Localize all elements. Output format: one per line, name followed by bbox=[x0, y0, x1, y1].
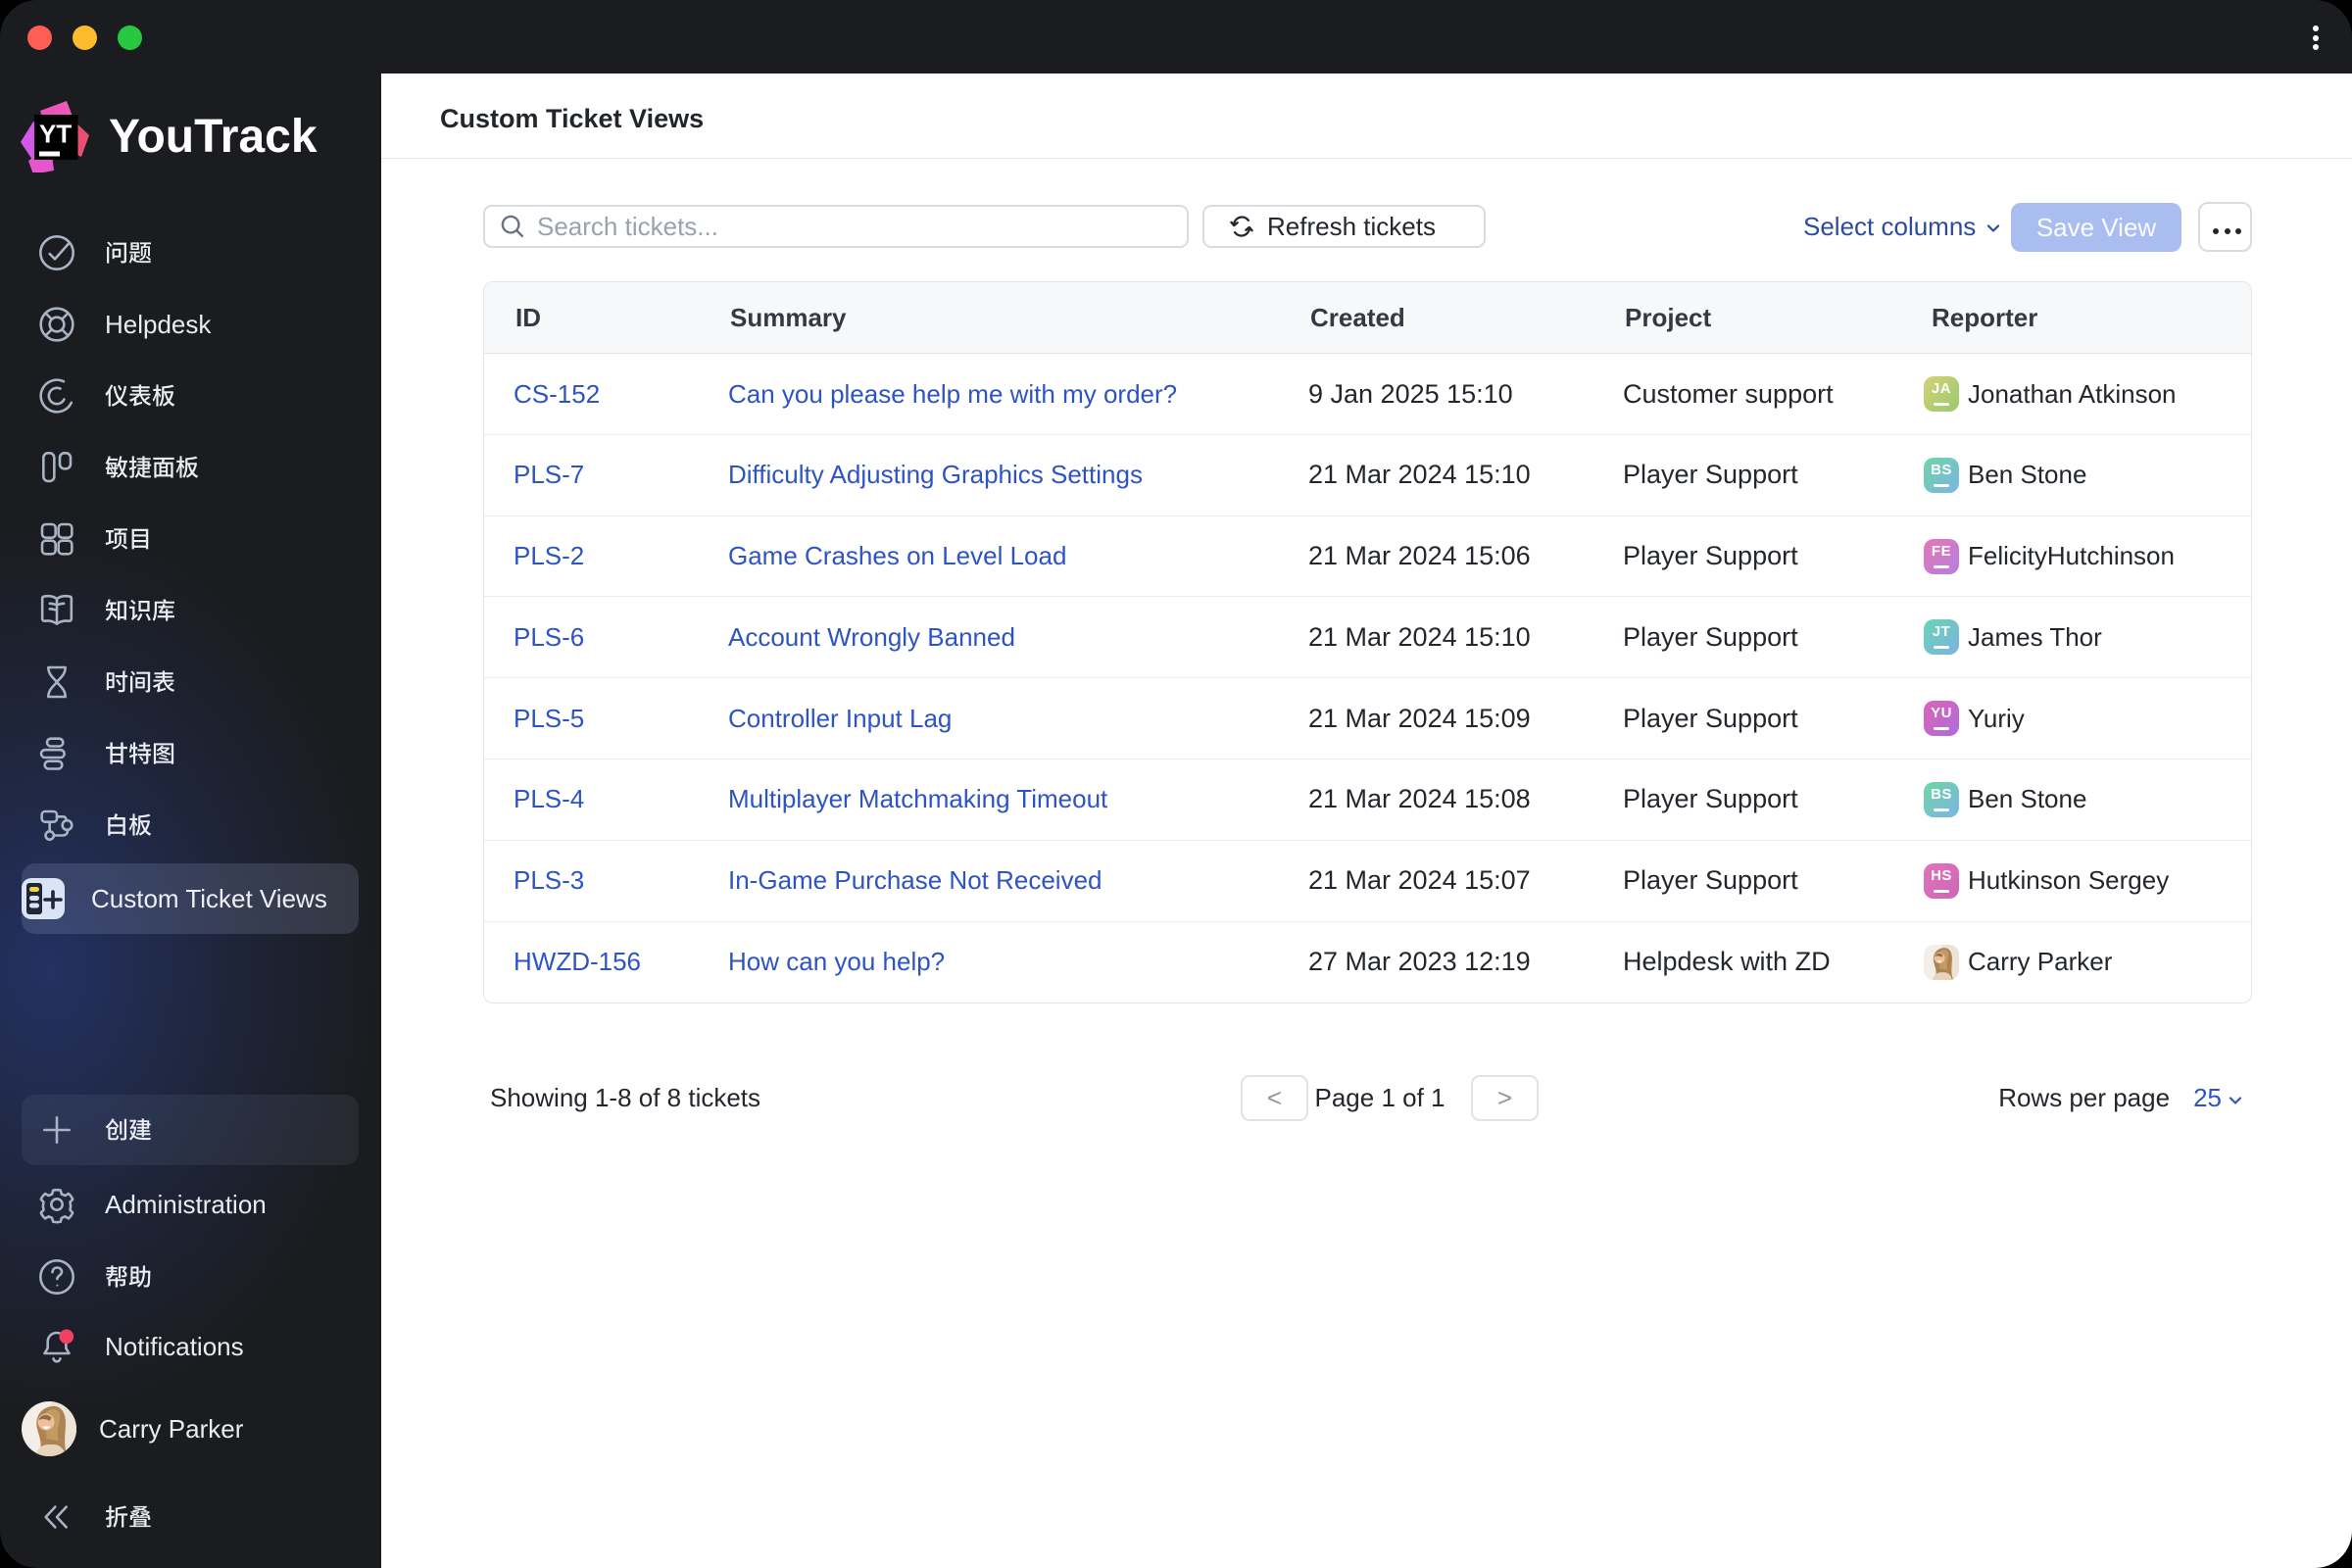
svg-text:YT: YT bbox=[39, 120, 72, 149]
